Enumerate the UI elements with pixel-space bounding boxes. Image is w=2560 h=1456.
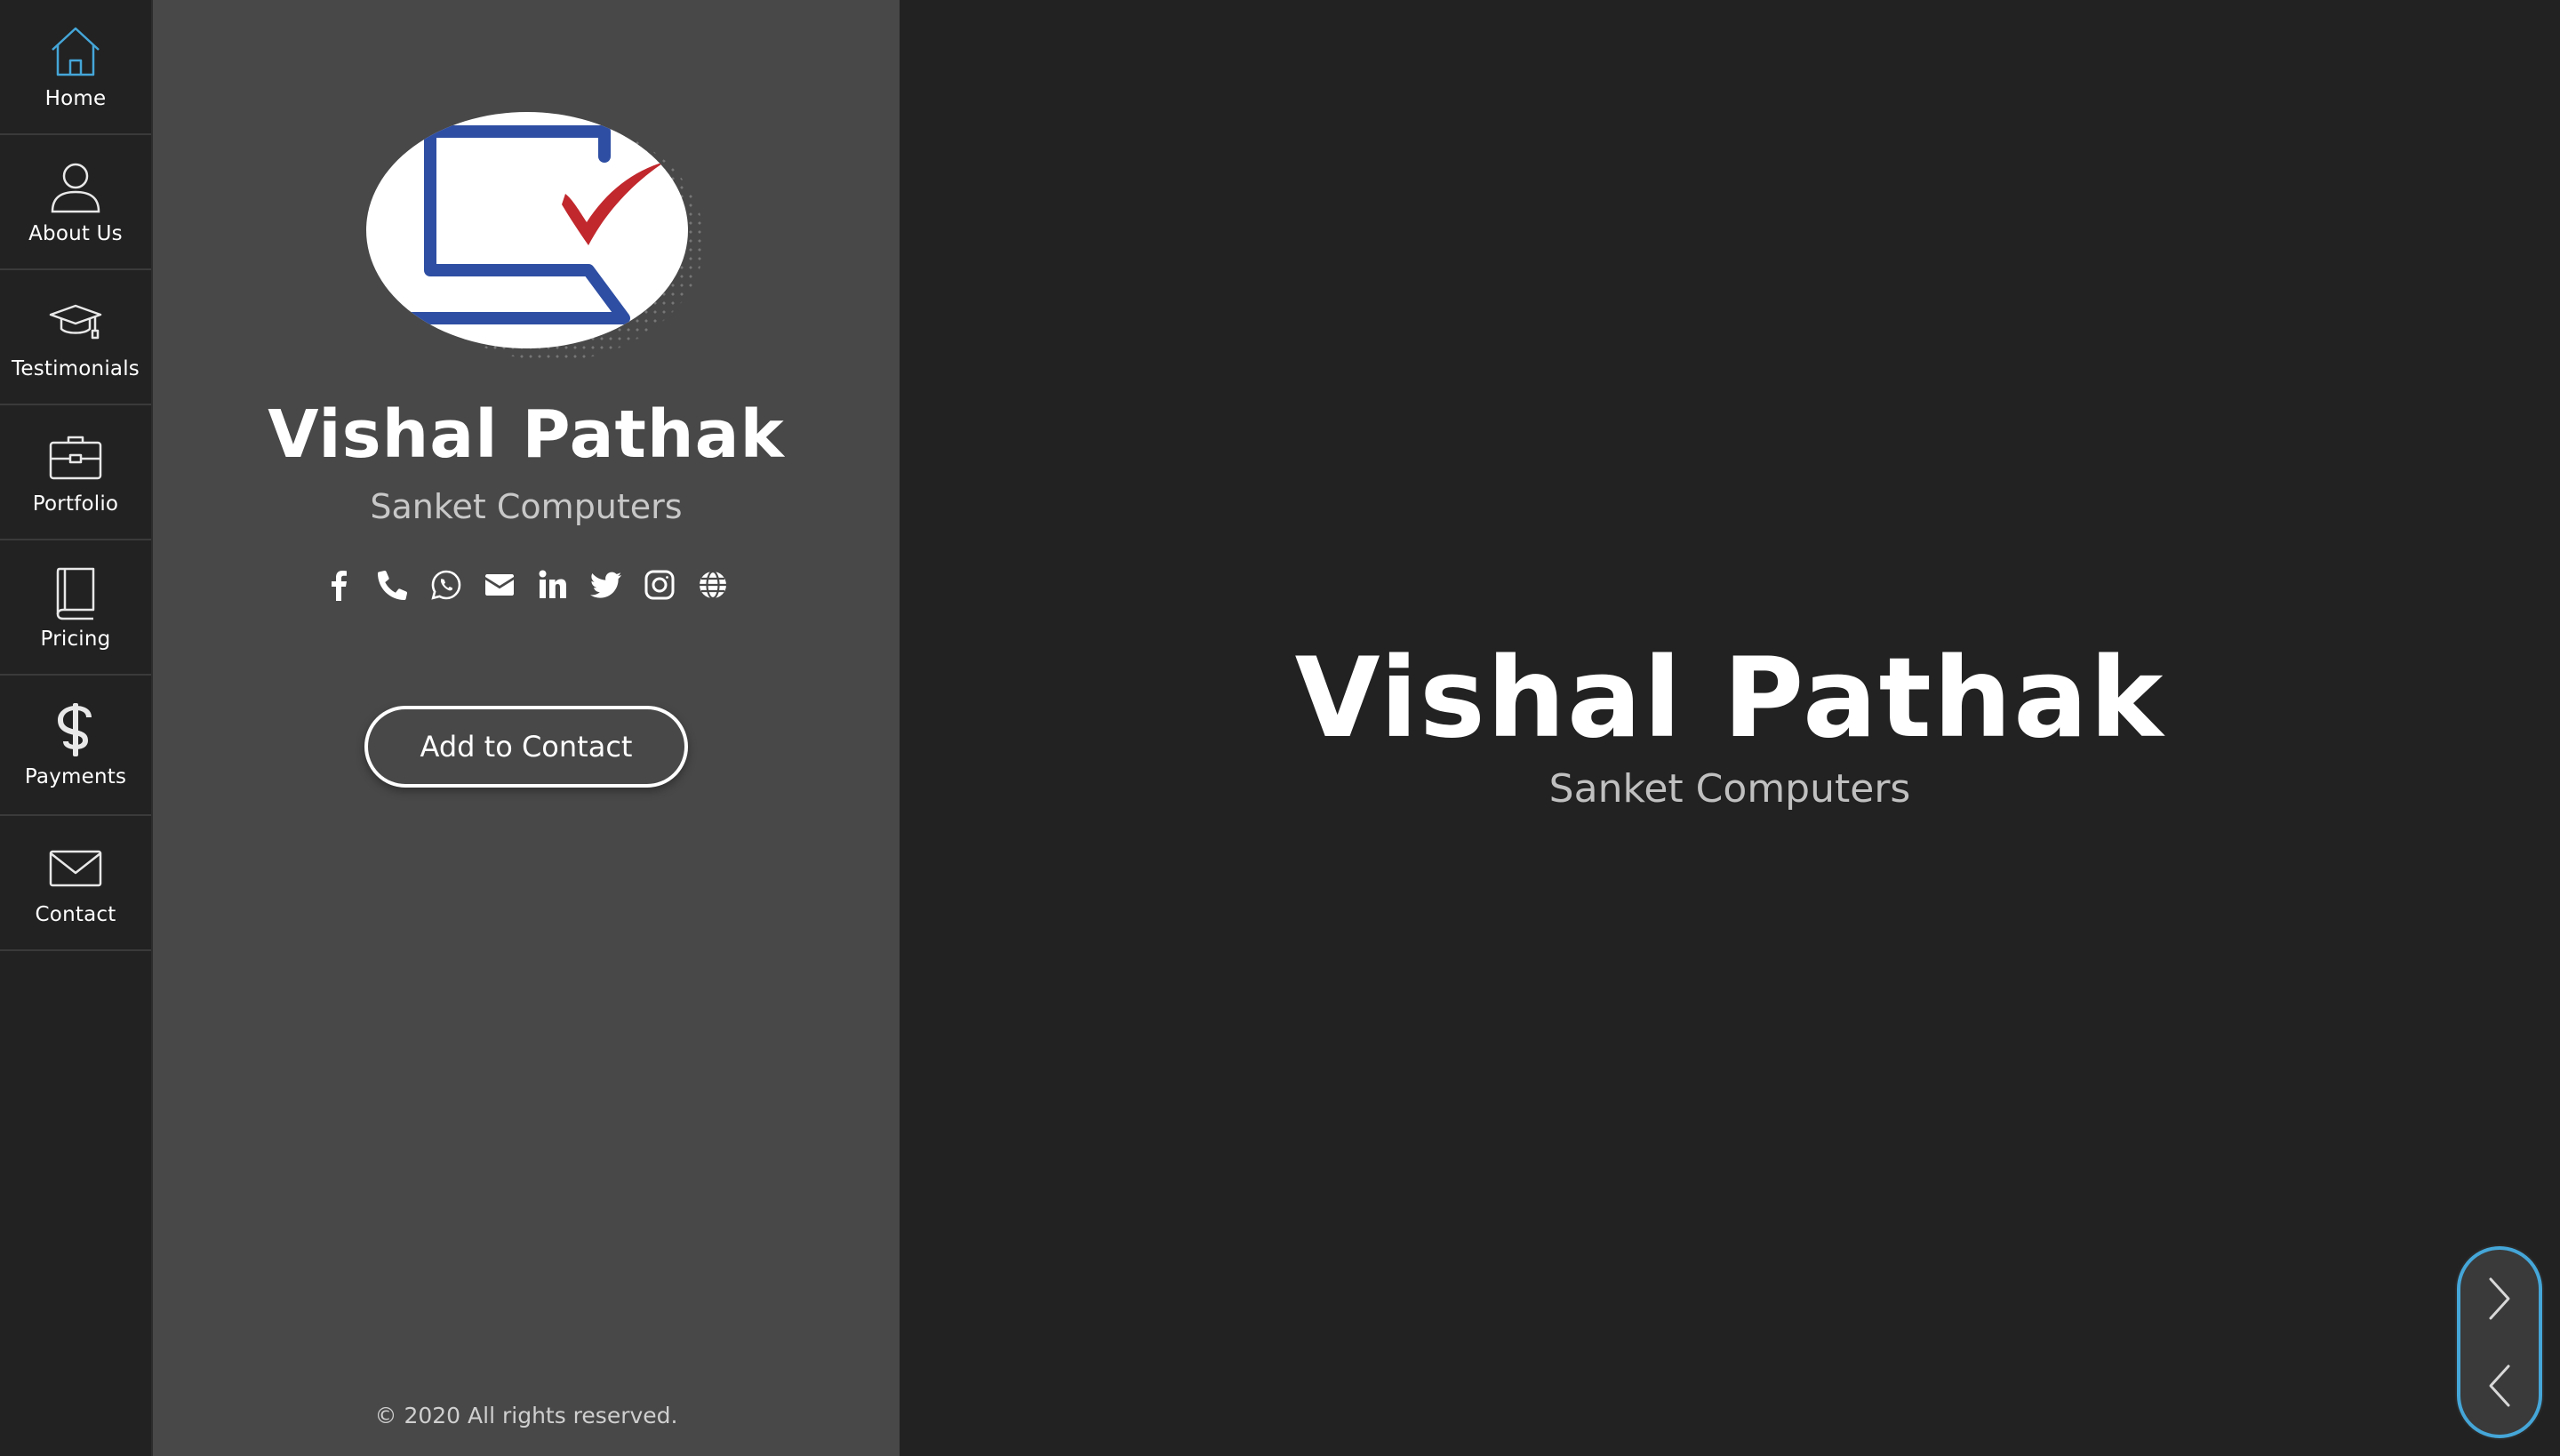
nav-item-home[interactable]: Home bbox=[0, 0, 151, 135]
whatsapp-icon bbox=[431, 570, 461, 600]
instagram-icon bbox=[644, 570, 675, 600]
home-icon bbox=[52, 27, 100, 76]
book-icon bbox=[56, 567, 95, 620]
email-icon bbox=[485, 574, 514, 596]
profile-company: Sanket Computers bbox=[370, 487, 683, 526]
phone-icon bbox=[378, 570, 408, 600]
social-linkedin[interactable] bbox=[537, 569, 569, 601]
add-to-contact-button[interactable]: Add to Contact bbox=[364, 706, 688, 788]
nav-item-contact[interactable]: Contact bbox=[0, 816, 151, 951]
social-whatsapp[interactable] bbox=[430, 569, 462, 601]
social-instagram[interactable] bbox=[644, 569, 676, 601]
company-logo bbox=[366, 112, 688, 348]
user-icon bbox=[51, 163, 100, 213]
profile-panel: Vishal Pathak Sanket Computers Add to Co… bbox=[153, 0, 900, 1456]
linkedin-icon bbox=[539, 570, 566, 598]
hero-company: Sanket Computers bbox=[1548, 766, 1911, 812]
envelope-icon bbox=[49, 850, 102, 887]
social-links bbox=[153, 569, 900, 601]
nav-label-contact: Contact bbox=[35, 903, 116, 926]
nav-item-about-us[interactable]: About Us bbox=[0, 135, 151, 270]
social-phone[interactable] bbox=[377, 569, 409, 601]
chevron-left-icon bbox=[2489, 1364, 2510, 1407]
social-twitter[interactable] bbox=[590, 569, 622, 601]
nav-item-portfolio[interactable]: Portfolio bbox=[0, 405, 151, 540]
social-website[interactable] bbox=[697, 569, 729, 601]
copyright-text: © 2020 All rights reserved. bbox=[374, 1403, 678, 1428]
nav-label-portfolio: Portfolio bbox=[32, 492, 119, 516]
nav-label-about-us: About Us bbox=[28, 222, 123, 245]
nav-item-payments[interactable]: Payments bbox=[0, 676, 151, 816]
dollar-icon bbox=[58, 703, 92, 756]
chevron-right-icon bbox=[2489, 1277, 2510, 1320]
nav-item-testimonials[interactable]: Testimonials bbox=[0, 270, 151, 405]
logo-container bbox=[366, 107, 704, 364]
nav-label-pricing: Pricing bbox=[40, 628, 111, 651]
next-page-button[interactable] bbox=[2460, 1259, 2539, 1339]
facebook-icon bbox=[332, 571, 347, 601]
social-email[interactable] bbox=[484, 569, 516, 601]
page-navigation-control bbox=[2457, 1246, 2542, 1438]
globe-icon bbox=[700, 570, 726, 600]
graduation-cap-icon bbox=[49, 304, 102, 340]
page: Home About Us Testimonials Portfolio Pri… bbox=[0, 0, 2560, 1456]
previous-page-button[interactable] bbox=[2460, 1346, 2539, 1426]
hero-name: Vishal Pathak bbox=[1294, 635, 2165, 763]
social-facebook[interactable] bbox=[324, 569, 356, 601]
nav-label-home: Home bbox=[44, 87, 107, 110]
nav-label-payments: Payments bbox=[24, 765, 127, 788]
profile-name: Vishal Pathak bbox=[268, 396, 785, 473]
nav-label-testimonials: Testimonials bbox=[12, 357, 140, 380]
sidebar-nav: Home About Us Testimonials Portfolio Pri… bbox=[0, 0, 153, 1456]
twitter-icon bbox=[590, 572, 621, 598]
laptop-checkmark-logo bbox=[399, 125, 665, 324]
main-content: Vishal Pathak Sanket Computers bbox=[900, 0, 2560, 1456]
nav-item-pricing[interactable]: Pricing bbox=[0, 540, 151, 676]
briefcase-icon bbox=[49, 436, 102, 480]
